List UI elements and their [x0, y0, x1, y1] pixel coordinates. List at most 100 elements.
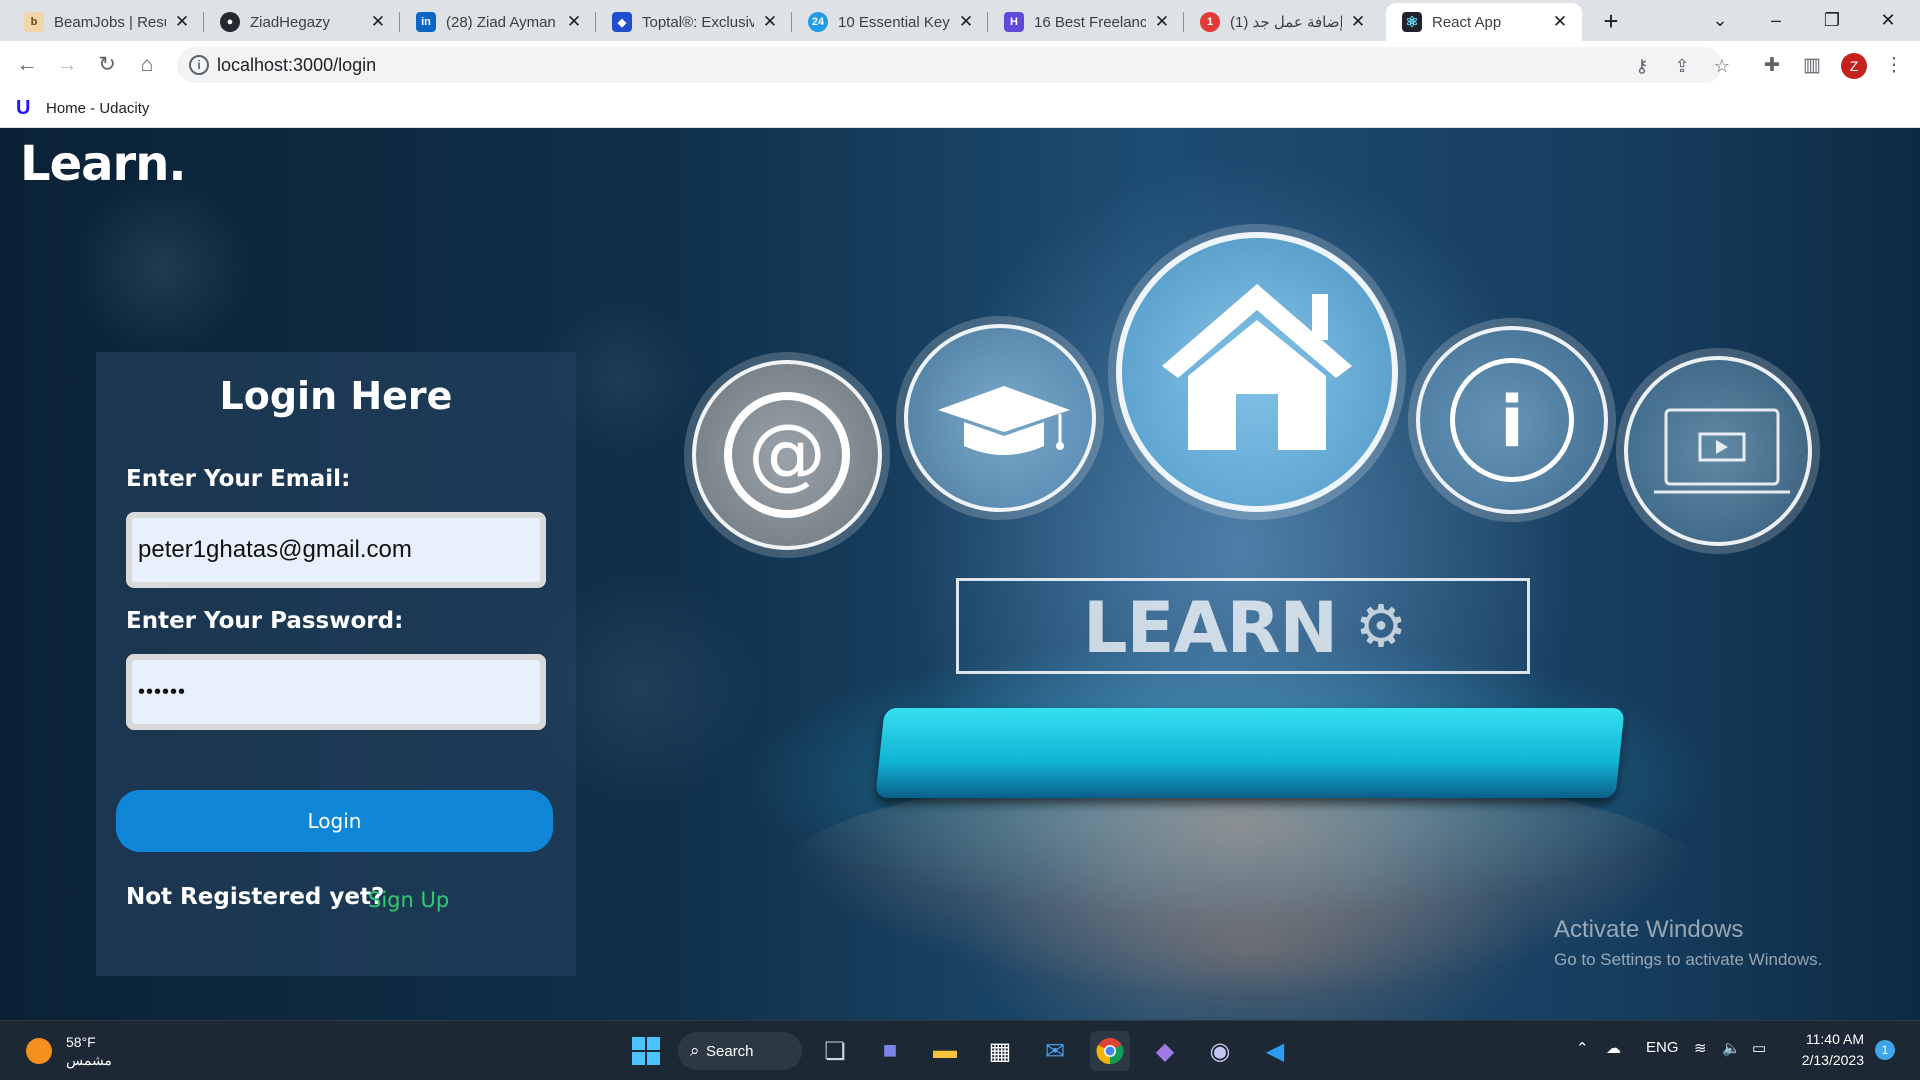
language-indicator[interactable]: ENG	[1646, 1039, 1679, 1056]
close-tab-icon[interactable]: ✕	[1550, 12, 1570, 32]
tab-react-app[interactable]: ⚛ React App ✕	[1386, 3, 1582, 41]
forward-arrow-icon[interactable]: →	[51, 49, 83, 81]
tab-title: React App	[1432, 13, 1502, 31]
teams-chat-icon[interactable]: ■	[870, 1031, 910, 1071]
tab-toptal[interactable]: ◆ Toptal®: Exclusive ✕	[596, 3, 792, 41]
close-tab-icon[interactable]: ✕	[1152, 12, 1172, 32]
tab-essential-keys[interactable]: 24 10 Essential Keys ✕	[792, 3, 988, 41]
tab-linkedin[interactable]: in (28) Ziad Ayman | ✕	[400, 3, 596, 41]
close-tab-icon[interactable]: ✕	[172, 12, 192, 32]
toptal-icon: ◆	[612, 12, 632, 32]
weather-temp: 58°F	[66, 1034, 96, 1050]
info-circle: i	[1416, 326, 1608, 514]
education-circle	[904, 324, 1096, 512]
brand-logo: Learn.	[20, 136, 187, 192]
password-field[interactable]	[126, 654, 546, 730]
key-icon[interactable]: ⚷	[1629, 53, 1655, 79]
share-icon[interactable]: ⇪	[1669, 53, 1695, 79]
notification-site-icon: 1	[1200, 12, 1220, 32]
close-tab-icon[interactable]: ✕	[760, 12, 780, 32]
notification-badge[interactable]: 1	[1875, 1040, 1895, 1060]
login-page: Learn. @ i LEARN ⚙ Login Here Enter Your…	[0, 128, 1920, 1020]
graduation-cap-icon	[938, 386, 1070, 455]
tab-title: BeamJobs | Resum	[54, 13, 166, 31]
react-icon: ⚛	[1402, 12, 1422, 32]
side-panel-icon[interactable]: ▥	[1797, 51, 1827, 81]
tablet-illustration	[875, 708, 1625, 798]
password-label: Enter Your Password:	[126, 608, 404, 634]
udacity-icon: U	[16, 97, 31, 119]
show-hidden-icons-chevron[interactable]: ⌃	[1576, 1039, 1589, 1057]
taskbar-clock[interactable]: 11:40 AM 2/13/2023	[1780, 1029, 1864, 1071]
home-circle	[1116, 232, 1398, 512]
back-arrow-icon[interactable]: ←	[11, 49, 43, 81]
weather-desc: مشمس	[66, 1052, 112, 1068]
profile-avatar[interactable]: Z	[1841, 53, 1867, 79]
learn-banner: LEARN ⚙	[956, 578, 1530, 674]
site-info-icon[interactable]: i	[189, 55, 209, 75]
close-tab-icon[interactable]: ✕	[368, 12, 388, 32]
at-sign-icon: @	[724, 392, 850, 518]
windows-start-icon[interactable]	[626, 1031, 666, 1071]
email-label: Enter Your Email:	[126, 466, 351, 492]
tab-beamjobs[interactable]: b BeamJobs | Resum ✕	[8, 3, 204, 41]
close-tab-icon[interactable]: ✕	[1348, 12, 1368, 32]
reload-icon[interactable]: ↻	[91, 49, 123, 81]
email-circle: @	[692, 360, 882, 550]
weather-widget[interactable]: 58°F مشمس	[26, 1033, 112, 1069]
login-panel: Login Here Enter Your Email: Enter Your …	[96, 352, 576, 976]
tab-title: 10 Essential Keys	[838, 13, 950, 31]
bookmark-star-icon[interactable]: ☆	[1709, 53, 1735, 79]
laptop-video-icon	[1654, 408, 1790, 494]
bookmark-udacity[interactable]: U Home - Udacity	[16, 96, 149, 120]
activate-windows-watermark: Activate Windows Go to Settings to activ…	[1554, 916, 1822, 970]
cloud-sync-icon[interactable]: ☁	[1606, 1039, 1621, 1057]
tab-arabic-site[interactable]: 1 (1) إضافة عمل جد ✕	[1184, 3, 1380, 41]
db-app-icon[interactable]: ◉	[1200, 1031, 1240, 1071]
address-bar[interactable]: i ⚷ ⇪ ☆	[177, 47, 1730, 83]
menu-kebab-icon[interactable]: ⋮	[1879, 51, 1909, 81]
taskbar: 58°F مشمس ⌕ Search ❏ ■ ▬ ▦ ✉ ◆ ◉ ◀ ⌃ ☁ E…	[0, 1020, 1920, 1080]
browser-toolbar: ← → ↻ ⌂ i ⚷ ⇪ ☆ ✚ ▥ Z ⋮	[0, 41, 1920, 89]
minimize-button[interactable]: –	[1756, 4, 1796, 36]
number-24-icon: 24	[808, 12, 828, 32]
watermark-subtitle: Go to Settings to activate Windows.	[1554, 950, 1823, 969]
info-icon: i	[1450, 358, 1574, 482]
visual-studio-icon[interactable]: ◆	[1145, 1031, 1185, 1071]
sign-up-link[interactable]: Sign Up	[368, 888, 449, 912]
restore-button[interactable]: ❐	[1812, 4, 1852, 36]
task-view-icon[interactable]: ❏	[815, 1031, 855, 1071]
clock-date: 2/13/2023	[1801, 1052, 1864, 1068]
watermark-title: Activate Windows	[1554, 916, 1744, 943]
close-tab-icon[interactable]: ✕	[956, 12, 976, 32]
search-icon: ⌕	[690, 1041, 700, 1060]
login-button[interactable]: Login	[116, 790, 553, 852]
tab-github[interactable]: ● ZiadHegazy ✕	[204, 3, 400, 41]
taskbar-search[interactable]: ⌕ Search	[678, 1032, 802, 1070]
volume-icon[interactable]: 🔈	[1722, 1039, 1741, 1057]
url-input[interactable]	[217, 53, 1517, 77]
home-icon[interactable]: ⌂	[131, 49, 163, 81]
close-tab-icon[interactable]: ✕	[564, 12, 584, 32]
battery-icon[interactable]: ▭	[1752, 1039, 1766, 1057]
learn-banner-text: LEARN	[1083, 587, 1338, 669]
new-tab-button[interactable]: +	[1597, 8, 1625, 36]
chrome-icon[interactable]	[1090, 1031, 1130, 1071]
login-title: Login Here	[219, 374, 453, 418]
extensions-icon[interactable]: ✚	[1757, 51, 1787, 81]
close-window-button[interactable]: ✕	[1868, 4, 1908, 36]
house-icon	[1162, 284, 1352, 450]
mail-icon[interactable]: ✉	[1035, 1031, 1075, 1071]
email-field[interactable]	[126, 512, 546, 588]
tab-title: (1) إضافة عمل جد	[1230, 14, 1342, 31]
tab-title: Toptal®: Exclusive	[642, 13, 754, 31]
tab-freelance[interactable]: H 16 Best Freelance ✕	[988, 3, 1184, 41]
linkedin-icon: in	[416, 12, 436, 32]
vscode-icon[interactable]: ◀	[1255, 1031, 1295, 1071]
register-prompt: Not Registered yet?	[126, 884, 385, 910]
file-explorer-icon[interactable]: ▬	[925, 1031, 965, 1071]
tab-search-chevron-icon[interactable]: ⌄	[1700, 4, 1740, 36]
wifi-icon[interactable]: ≋	[1694, 1039, 1707, 1057]
clock-time: 11:40 AM	[1805, 1031, 1864, 1047]
microsoft-store-icon[interactable]: ▦	[980, 1031, 1020, 1071]
